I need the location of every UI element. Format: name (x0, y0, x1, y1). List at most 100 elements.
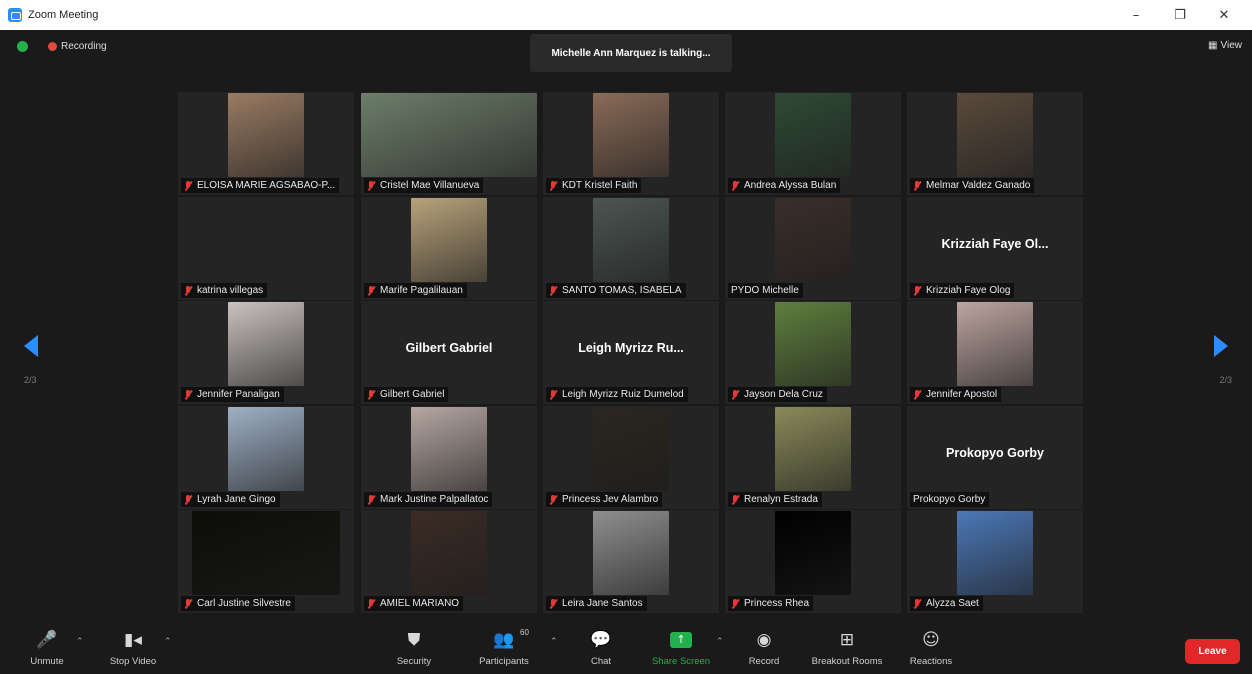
participant-video (593, 511, 669, 595)
video-options-caret-icon[interactable]: ⌃ (164, 636, 172, 647)
previous-page-arrow-icon[interactable] (24, 335, 38, 357)
participant-tile[interactable]: Krizziah Faye Ol... Krizziah Faye Olog (907, 197, 1083, 300)
view-button[interactable]: ▦ View (1208, 40, 1242, 51)
participant-name-label: Cristel Mae Villanueva (364, 178, 484, 193)
stop-video-button[interactable]: ▮◂ Stop Video (100, 628, 166, 667)
participant-name: Princess Jev Alambro (562, 494, 659, 505)
participant-name-label: Carl Justine Silvestre (181, 596, 295, 611)
participant-video (957, 511, 1033, 595)
muted-mic-icon (731, 494, 739, 505)
participant-tile[interactable]: Andrea Alyssa Bulan (725, 92, 901, 195)
meeting-toolbar: 🎤 Unmute ⌃ ▮◂ Stop Video ⌃ ⛊ Security 👥 … (0, 622, 1252, 674)
reactions-button[interactable]: ☺ Reactions (902, 628, 960, 667)
close-button[interactable]: ✕ (1202, 8, 1246, 23)
participant-tile[interactable]: Renalyn Estrada (725, 406, 901, 509)
next-page-arrow-icon[interactable] (1214, 335, 1228, 357)
unmute-button[interactable]: 🎤 Unmute (22, 628, 72, 667)
security-shield-icon[interactable] (17, 41, 28, 52)
participant-name-label: katrina villegas (181, 283, 268, 298)
participant-tile[interactable]: Jennifer Apostol (907, 301, 1083, 404)
chat-button[interactable]: 💬 Chat (580, 628, 622, 667)
participant-tile[interactable]: SANTO TOMAS, ISABELA (543, 197, 719, 300)
muted-mic-icon (549, 598, 557, 609)
participant-video (593, 407, 669, 491)
participant-tile[interactable]: KDT Kristel Faith (543, 92, 719, 195)
participant-tile[interactable]: Lyrah Jane Gingo (178, 406, 354, 509)
participant-video (228, 93, 304, 177)
participant-name: ELOISA MARIE AGSABAO-P... (197, 180, 336, 191)
chat-label: Chat (590, 656, 612, 667)
security-label: Security (396, 656, 432, 667)
recording-dot-icon (48, 42, 57, 51)
participant-tile[interactable]: Mark Justine Palpallatoc (361, 406, 537, 509)
reactions-emoji-icon: ☺ (922, 630, 940, 650)
participant-name-label: AMIEL MARIANO (364, 596, 464, 611)
participant-tile[interactable]: PYDO Michelle (725, 197, 901, 300)
security-button[interactable]: ⛊ Security (386, 628, 442, 667)
participant-name-label: Renalyn Estrada (728, 492, 822, 507)
participant-video (411, 407, 487, 491)
participant-tile[interactable]: Marife Pagalilauan (361, 197, 537, 300)
muted-mic-icon (731, 389, 739, 400)
participant-tile[interactable]: Cristel Mae Villanueva (361, 92, 537, 195)
restore-button[interactable]: ❐ (1158, 8, 1202, 23)
muted-mic-icon (184, 180, 192, 191)
muted-mic-icon (184, 598, 192, 609)
minimize-button[interactable]: – (1114, 8, 1158, 23)
muted-microphone-icon: 🎤 (36, 630, 58, 650)
muted-mic-icon (184, 389, 192, 400)
participant-display-name: Gilbert Gabriel (405, 341, 493, 355)
participant-tile[interactable]: Gilbert Gabriel Gilbert Gabriel (361, 301, 537, 404)
participant-name-label: Alyzza Saet (910, 596, 983, 611)
participant-name: Leigh Myrizz Ruiz Dumelod (562, 389, 684, 400)
top-strip: Recording Michelle Ann Marquez is talkin… (0, 30, 1252, 72)
reactions-label: Reactions (909, 656, 953, 667)
share-screen-button[interactable]: ↑ Share Screen (646, 628, 716, 667)
participant-tile[interactable]: Princess Jev Alambro (543, 406, 719, 509)
participant-name: Renalyn Estrada (744, 494, 818, 505)
participant-name-label: Lyrah Jane Gingo (181, 492, 280, 507)
participant-tile[interactable]: Melmar Valdez Ganado (907, 92, 1083, 195)
participant-display-name: Leigh Myrizz Ru... (578, 341, 684, 355)
participant-tile[interactable]: katrina villegas (178, 197, 354, 300)
share-screen-label: Share Screen (651, 656, 711, 667)
participant-name-label: KDT Kristel Faith (546, 178, 642, 193)
participant-name-label: Gilbert Gabriel (364, 387, 449, 402)
participants-options-caret-icon[interactable]: ⌃ (550, 636, 558, 647)
participant-name: Jennifer Apostol (926, 389, 998, 400)
participant-tile[interactable]: Prokopyo Gorby Prokopyo Gorby (907, 406, 1083, 509)
participant-name-label: Marife Pagalilauan (364, 283, 467, 298)
participant-name: PYDO Michelle (731, 285, 799, 296)
participant-tile[interactable]: AMIEL MARIANO (361, 510, 537, 613)
record-button[interactable]: ◉ Record (740, 628, 788, 667)
participants-count: 60 (520, 628, 529, 637)
participant-name: AMIEL MARIANO (380, 598, 460, 609)
participant-video (775, 302, 851, 386)
breakout-rooms-button[interactable]: ⊞ Breakout Rooms (804, 628, 890, 667)
participant-name: Leira Jane Santos (562, 598, 643, 609)
participant-name: Cristel Mae Villanueva (380, 180, 480, 191)
audio-options-caret-icon[interactable]: ⌃ (76, 636, 84, 647)
share-options-caret-icon[interactable]: ⌃ (716, 636, 724, 647)
muted-mic-icon (913, 180, 921, 191)
recording-label[interactable]: Recording (61, 41, 107, 52)
participant-video (775, 407, 851, 491)
participant-video (775, 93, 851, 177)
participant-name-label: Princess Jev Alambro (546, 492, 663, 507)
participant-tile[interactable]: Alyzza Saet (907, 510, 1083, 613)
participant-tile[interactable]: Jennifer Panaligan (178, 301, 354, 404)
participant-tile[interactable]: Leira Jane Santos (543, 510, 719, 613)
participant-tile[interactable]: Princess Rhea (725, 510, 901, 613)
participant-tile[interactable]: Leigh Myrizz Ru... Leigh Myrizz Ruiz Dume… (543, 301, 719, 404)
participant-name: Marife Pagalilauan (380, 285, 463, 296)
muted-mic-icon (367, 389, 375, 400)
breakout-rooms-label: Breakout Rooms (811, 656, 883, 667)
participant-name-label: SANTO TOMAS, ISABELA (546, 283, 686, 298)
participant-tile[interactable]: ELOISA MARIE AGSABAO-P... (178, 92, 354, 195)
participant-name-label: Jennifer Panaligan (181, 387, 284, 402)
participant-name-label: PYDO Michelle (728, 283, 803, 298)
participant-video (775, 198, 851, 282)
participant-tile[interactable]: Carl Justine Silvestre (178, 510, 354, 613)
participant-tile[interactable]: Jayson Dela Cruz (725, 301, 901, 404)
leave-button[interactable]: Leave (1185, 639, 1240, 664)
